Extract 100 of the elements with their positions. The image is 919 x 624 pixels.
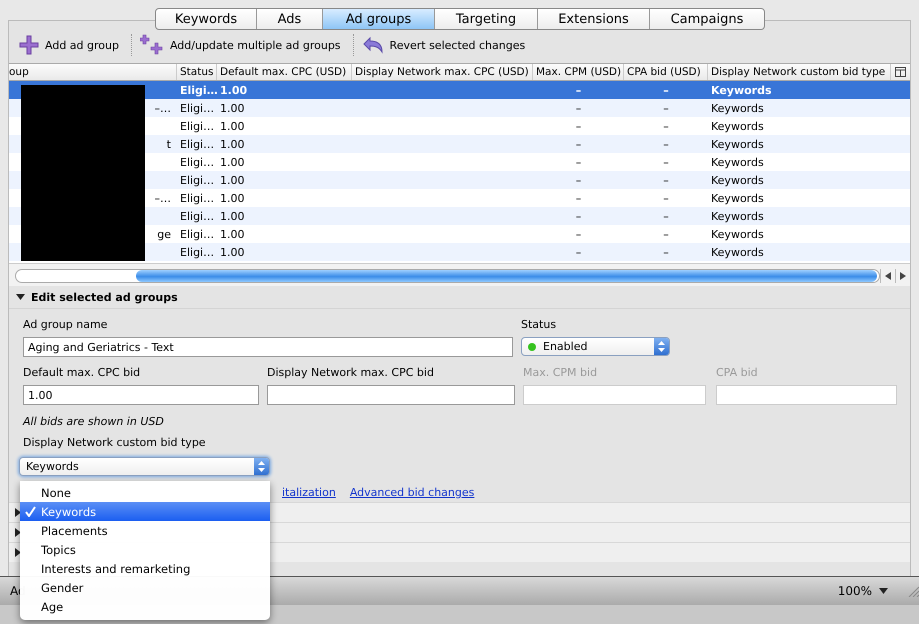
expanded-triangle-icon <box>16 294 25 300</box>
table-cell: – <box>663 210 669 222</box>
field-label: CPA bid <box>716 365 759 381</box>
up-down-arrows-icon <box>658 341 665 352</box>
column-header[interactable]: Default max. CPC (USD) <box>217 64 352 80</box>
table-cell: Keywords <box>711 228 764 240</box>
column-header[interactable]: Display Network custom bid type <box>708 64 891 80</box>
resize-grip-icon <box>908 586 919 596</box>
table-cell: t <box>166 138 171 150</box>
table-cell: – <box>576 192 582 204</box>
table-cell: Keywords <box>711 174 764 186</box>
table-cell: Eligi… <box>180 120 214 132</box>
field-label: Display Network custom bid type <box>23 435 207 451</box>
table-cell: Eligi… <box>180 246 214 258</box>
link[interactable]: Advanced bid changes <box>350 486 474 502</box>
table-cell: – <box>576 156 582 168</box>
double-plus-icon <box>140 34 164 56</box>
table-cell: Eligi… <box>180 102 214 114</box>
table-cell: 1.00 <box>220 120 244 132</box>
table-cell: – <box>576 210 582 222</box>
toolbar-button[interactable]: Add ad group <box>19 32 125 58</box>
column-header[interactable]: Display Network max. CPC (USD) <box>352 64 533 80</box>
column-header[interactable]: Status <box>177 64 217 80</box>
ad-group-name-field[interactable]: Aging and Geriatrics - Text <box>23 337 513 357</box>
table-cell: Eligi… <box>180 156 214 168</box>
tab[interactable]: Targeting <box>435 9 538 29</box>
table-cell: 1.00 <box>220 102 244 114</box>
table-cell: – <box>576 84 582 96</box>
note-text: All bids are shown in USD <box>23 415 165 429</box>
field-label: Status <box>521 317 558 333</box>
right-arrow-icon <box>900 272 906 280</box>
menu-item[interactable]: None <box>20 483 270 502</box>
tab[interactable]: Ad groups <box>323 9 435 29</box>
table-cell: Keywords <box>711 192 764 204</box>
left-arrow-icon <box>885 272 891 280</box>
toolbar-button[interactable]: Revert selected changes <box>362 32 532 58</box>
table-row[interactable]: Eligi… 1.00 – – Keywords <box>9 117 910 135</box>
column-header[interactable]: oup <box>9 64 177 80</box>
tab[interactable]: Campaigns <box>650 9 764 29</box>
table-cell: 1.00 <box>220 84 248 96</box>
table-cell: Keywords <box>711 156 764 168</box>
table-cell: – <box>663 156 669 168</box>
table-cell: – <box>576 102 582 114</box>
table-cell: Keywords <box>711 102 764 114</box>
table-cell: 1.00 <box>220 228 244 240</box>
toolbar-button[interactable]: Add/update multiple ad groups <box>140 32 347 58</box>
bid-field[interactable] <box>267 385 515 405</box>
zoom-menu[interactable]: 100% <box>832 583 894 599</box>
menu-item[interactable]: Interests and remarketing <box>20 559 270 578</box>
status-dot-icon <box>528 342 536 350</box>
table-cell: – <box>576 228 582 240</box>
table-row[interactable]: ge Eligi… 1.00 – – Keywords <box>9 225 910 243</box>
table-cell: 1.00 <box>220 174 244 186</box>
table-cell: Eligi… <box>180 192 214 204</box>
table-row[interactable]: Eligi… 1.00 – – Keywords <box>9 153 910 171</box>
table-cell: –… <box>154 102 171 114</box>
table-cell: – <box>663 174 669 186</box>
table-cell: Eligi… <box>180 228 214 240</box>
menu-item[interactable]: Keywords <box>20 502 270 521</box>
table-cell: – <box>663 120 669 132</box>
up-down-arrows-icon <box>258 461 265 472</box>
link[interactable]: italization <box>282 486 336 502</box>
table-cell: Keywords <box>711 84 772 96</box>
tab[interactable]: Extensions <box>538 9 650 29</box>
status-select[interactable]: Enabled <box>521 337 670 356</box>
table-cell: – <box>663 228 669 240</box>
menu-item[interactable]: Topics <box>20 540 270 559</box>
table-cell: Keywords <box>711 120 764 132</box>
bid-field[interactable]: 1.00 <box>23 385 259 405</box>
bid-type-select[interactable]: Keywords <box>19 457 270 476</box>
collapsed-triangle-icon <box>15 508 21 517</box>
section-title: Edit selected ad groups <box>31 290 178 304</box>
curved-arrow-icon <box>362 36 384 54</box>
dropdown-arrow-icon <box>879 588 888 594</box>
tab[interactable]: Keywords <box>156 9 257 29</box>
table-cell: Keywords <box>711 246 764 258</box>
table-cell: – <box>663 246 669 258</box>
table-cell: – <box>576 120 582 132</box>
status-text: Ad <box>10 584 26 598</box>
table-cell: – <box>576 174 582 186</box>
field-label: Default max. CPC bid <box>23 365 142 381</box>
table-cell: 1.00 <box>220 246 244 258</box>
plus-icon <box>19 35 39 55</box>
column-header[interactable]: CPA bid (USD) <box>624 64 708 80</box>
column-chooser-icon <box>895 67 906 77</box>
table-cell: – <box>663 138 669 150</box>
table-row[interactable]: –… Eligi… 1.00 – – Keywords <box>9 189 910 207</box>
menu-item[interactable]: Placements <box>20 521 270 540</box>
table-cell: ge <box>157 228 171 240</box>
scrollbar-thumb[interactable] <box>136 270 877 282</box>
table-cell: 1.00 <box>220 138 244 150</box>
table-cell: Eligi… <box>180 174 214 186</box>
collapsed-triangle-icon <box>15 528 21 537</box>
table-cell: – <box>663 84 669 96</box>
field-label: Ad group name <box>23 317 108 333</box>
table-cell: –… <box>154 192 171 204</box>
column-header[interactable]: Max. CPM (USD) <box>533 64 624 80</box>
table-cell: – <box>576 246 582 258</box>
menu-item[interactable]: Age <box>20 597 270 616</box>
checkmark-icon <box>25 506 36 517</box>
